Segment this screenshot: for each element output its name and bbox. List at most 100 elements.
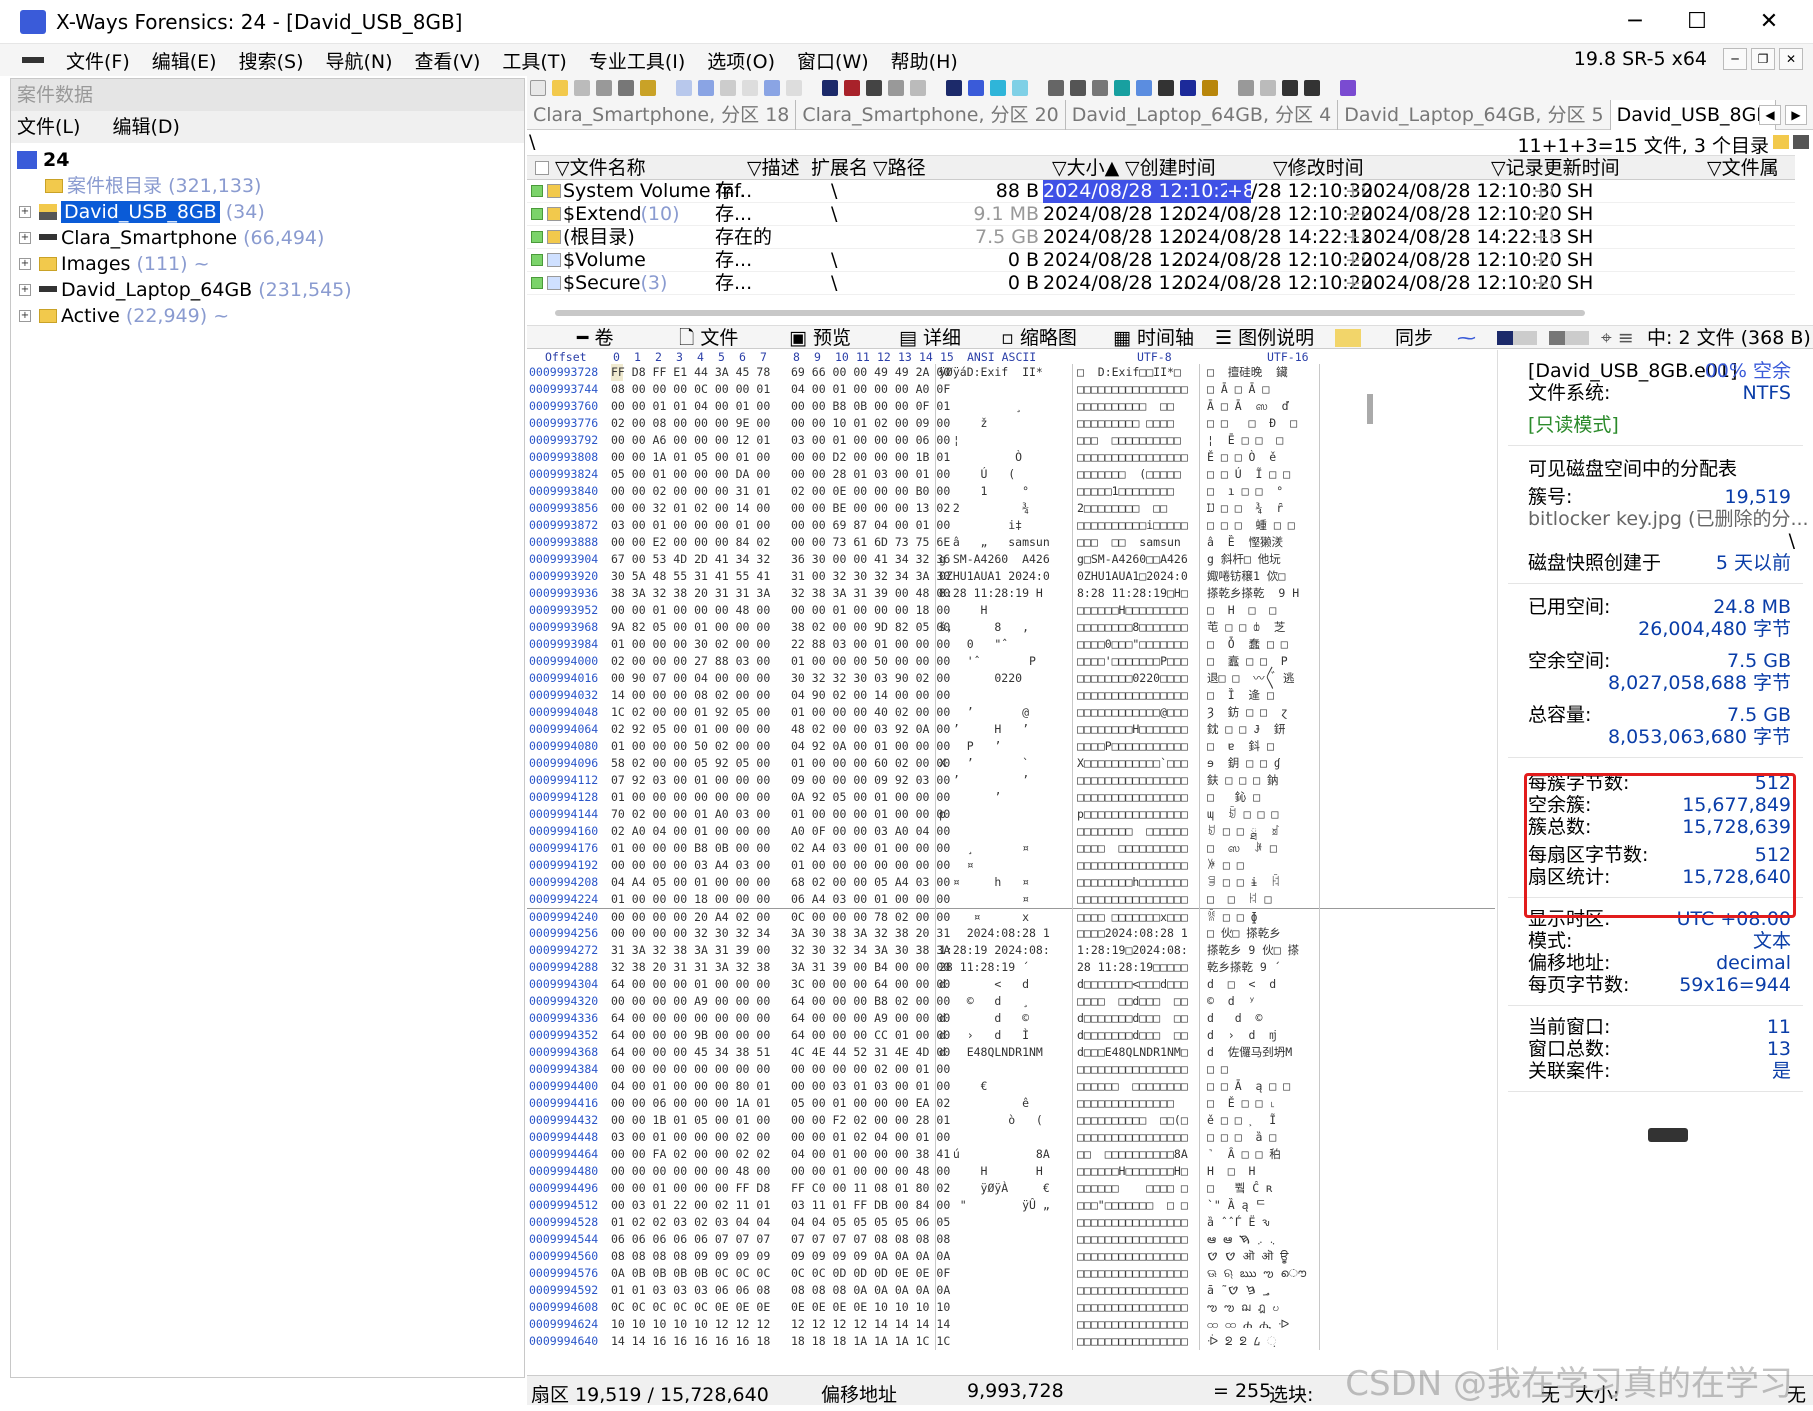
menu-tools[interactable]: 工具(T) — [502, 47, 566, 74]
hex-row[interactable]: 0009994000 02 00 00 00 27 88 03 00 01 00 … — [527, 653, 1495, 670]
hex-row[interactable]: 0009993760 00 00 01 01 04 00 01 00 00 00 … — [527, 398, 1495, 415]
hex-row[interactable]: 0009993920 30 5A 48 55 31 41 55 41 31 00 … — [527, 568, 1495, 585]
hex-row[interactable]: 0009994608 0C 0C 0C 0C 0C 0E 0E 0E 0E 0E … — [527, 1299, 1495, 1316]
tree-item-images[interactable]: + Images (111) ~ — [11, 251, 524, 277]
hex-row[interactable]: 0009994560 08 08 08 08 09 09 09 09 09 09 … — [527, 1248, 1495, 1265]
minimize-button[interactable]: ─ — [1600, 0, 1670, 44]
hex-row[interactable]: 0009994304 64 00 00 00 01 00 00 00 3C 00 … — [527, 976, 1495, 993]
hex-scrollbar[interactable] — [1367, 394, 1373, 424]
maximize-button[interactable]: ☐ — [1662, 0, 1732, 44]
hex-row[interactable]: 0009994512 00 03 01 22 00 02 11 01 03 11 … — [527, 1197, 1495, 1214]
column-header-created[interactable]: ▽创建时间 — [1125, 156, 1216, 180]
hex-row[interactable]: 0009994528 01 02 02 03 02 03 04 04 04 04 … — [527, 1214, 1495, 1231]
folder-icon[interactable] — [1773, 135, 1789, 149]
prev-icon[interactable] — [1282, 80, 1298, 96]
file-row[interactable]: $Volume 存... \ 0 B 2024/08/28 1... 2024/08/28… — [527, 249, 1795, 272]
hex-row[interactable]: 0009994592 01 01 03 03 03 06 06 08 08 08 … — [527, 1282, 1495, 1299]
file-checkbox[interactable] — [531, 231, 543, 243]
open-disk-icon[interactable] — [1070, 80, 1086, 96]
hex-row[interactable]: 0009993792 00 00 A6 00 00 00 12 01 03 00 … — [527, 432, 1495, 449]
mdi-minimize-button[interactable]: ─ — [1723, 48, 1747, 70]
hex-row[interactable]: 0009993776 02 00 08 00 00 00 9E 00 00 00 … — [527, 415, 1495, 432]
file-list-scrollbar[interactable] — [555, 310, 1585, 316]
tab-file[interactable]: 🗋 文件 — [679, 326, 738, 350]
column-header-extension[interactable]: 扩展名 — [811, 156, 868, 180]
forward-icon[interactable] — [1012, 80, 1028, 96]
hex-row[interactable]: 0009994112 07 92 03 00 01 00 00 00 09 00 … — [527, 772, 1495, 789]
tree-item-david-usb[interactable]: + David_USB_8GB (34) — [11, 199, 524, 225]
print-icon[interactable] — [596, 80, 612, 96]
mdi-close-button[interactable]: ✕ — [1779, 48, 1803, 70]
paste-special-icon[interactable] — [742, 80, 758, 96]
disk-icon[interactable] — [1048, 80, 1064, 96]
hex-row[interactable]: 0009994368 64 00 00 00 45 34 38 51 4C 4E … — [527, 1044, 1495, 1061]
find-icon[interactable] — [822, 80, 838, 96]
tree-item-david-laptop[interactable]: + David_Laptop_64GB (231,545) — [11, 277, 524, 303]
hex-row[interactable]: 0009993856 00 00 32 01 02 00 14 00 00 00 … — [527, 500, 1495, 517]
replace-icon[interactable] — [888, 80, 904, 96]
tree-item-clara-smartphone[interactable]: + Clara_Smartphone (66,494) — [11, 225, 524, 251]
hex-row[interactable]: 0009994048 1C 02 00 00 01 92 05 00 01 00 … — [527, 704, 1495, 721]
sync-mode-icon[interactable]: ⁓ — [1457, 326, 1476, 350]
fill-icon[interactable] — [786, 80, 802, 96]
expand-icon[interactable]: + — [19, 206, 31, 218]
paste-icon[interactable] — [720, 80, 736, 96]
tab-sync[interactable]: 同步 — [1395, 326, 1433, 350]
hex-row[interactable]: 0009994096 58 02 00 00 05 92 05 00 01 00 … — [527, 755, 1495, 772]
go-to-offset-icon[interactable] — [946, 80, 962, 96]
hex-row[interactable]: 0009993744 08 00 00 00 0C 00 00 01 04 00 … — [527, 381, 1495, 398]
tree-item-active[interactable]: + Active (22,949) ~ — [11, 303, 524, 329]
file-row[interactable]: $Secure (3) 存... \ 0 B 2024/08/28 1... 2024/08… — [527, 272, 1795, 295]
find-icon[interactable] — [1497, 331, 1537, 345]
find-text-icon[interactable] — [844, 80, 860, 96]
hex-row[interactable]: 0009993808 00 00 1A 01 05 00 01 00 00 00 … — [527, 449, 1495, 466]
tab-volume[interactable]: ━ 卷 — [577, 326, 614, 350]
hex-row[interactable]: 0009993888 00 00 E2 00 00 00 84 02 00 00 … — [527, 534, 1495, 551]
image-icon[interactable] — [1092, 80, 1108, 96]
tab-legend[interactable]: ☰ 图例说明 — [1215, 326, 1314, 350]
hex-row[interactable]: 0009994416 00 00 06 00 00 00 1A 01 05 00 … — [527, 1095, 1495, 1112]
copy-icon[interactable] — [698, 80, 714, 96]
column-header-size[interactable]: ▽大小▲ — [1052, 156, 1119, 180]
back-icon[interactable] — [990, 80, 1006, 96]
case-root[interactable]: 24 — [11, 147, 524, 173]
calculator-icon[interactable] — [1114, 80, 1130, 96]
bug-icon[interactable] — [1202, 80, 1218, 96]
hex-row[interactable]: 0009994576 0A 0B 0B 0B 0B 0C 0C 0C 0C 0C … — [527, 1265, 1495, 1282]
grid-icon[interactable] — [1238, 80, 1254, 96]
hex-row[interactable]: 0009994336 64 00 00 00 00 00 00 00 64 00 … — [527, 1010, 1495, 1027]
chart-icon[interactable] — [1180, 80, 1196, 96]
undo-icon[interactable] — [676, 80, 692, 96]
mdi-restore-button[interactable]: ❐ — [1751, 48, 1775, 70]
hex-row[interactable]: 0009994256 00 00 00 00 32 30 32 34 3A 30 … — [527, 925, 1495, 942]
column-header-description[interactable]: ▽描述 — [747, 156, 800, 180]
hex-row[interactable]: 0009994496 00 00 01 00 00 00 FF D8 FF C0 … — [527, 1180, 1495, 1197]
file-ref-row[interactable]: bitlocker key.jpg (已删除的分... — [1498, 508, 1813, 530]
tab-clara-20[interactable]: Clara_Smartphone, 分区 20 — [796, 100, 1065, 130]
hex-row[interactable]: 0009994144 70 02 00 00 01 A0 03 00 01 00 … — [527, 806, 1495, 823]
file-checkbox[interactable] — [531, 277, 543, 289]
hex-row[interactable]: 0009994224 01 00 00 00 18 00 00 00 06 A4 … — [527, 891, 1495, 908]
save-icon[interactable] — [574, 80, 590, 96]
menu-view[interactable]: 查看(V) — [415, 47, 481, 74]
hex-row[interactable]: 0009993984 01 00 00 00 30 02 00 00 22 88 … — [527, 636, 1495, 653]
menu-file[interactable]: 文件(F) — [66, 47, 130, 74]
case-menu-file[interactable]: 文件(L) — [17, 116, 80, 138]
hex-row[interactable]: 0009994160 02 A0 04 00 01 00 00 00 A0 0F … — [527, 823, 1495, 840]
hex-row[interactable]: 0009994544 06 06 06 06 06 07 07 07 07 07 … — [527, 1231, 1495, 1248]
tab-scroll-left-icon[interactable]: ◀ — [1759, 105, 1781, 125]
find-hex-icon[interactable] — [866, 80, 882, 96]
column-header-record-changed[interactable]: ▽记录更新时间 — [1491, 156, 1620, 180]
column-header-name[interactable]: ▽文件名称 — [555, 156, 646, 180]
save-icon[interactable] — [1793, 135, 1809, 149]
hex-row[interactable]: 0009994208 04 A4 05 00 01 00 00 00 68 02 … — [527, 874, 1495, 891]
tab-david-usb[interactable]: David_USB_8GB — [1611, 100, 1777, 130]
target-icon[interactable]: ⌖ ≡ — [1601, 326, 1634, 350]
export-icon[interactable] — [640, 80, 656, 96]
file-row[interactable]: (根目录) 存在的 7.5 GB 2024/08/28 1... 2024/08/28 … — [527, 226, 1795, 249]
hex-row[interactable]: 0009994432 00 00 1B 01 05 00 01 00 00 00 … — [527, 1112, 1495, 1129]
hex-row[interactable]: 0009994016 00 90 07 00 04 00 00 00 30 32 … — [527, 670, 1495, 687]
menu-navigate[interactable]: 导航(N) — [326, 47, 393, 74]
tab-clara-18[interactable]: Clara_Smartphone, 分区 18 — [527, 100, 796, 130]
hex-row[interactable]: 0009994624 10 10 10 10 10 12 12 12 12 12 … — [527, 1316, 1495, 1333]
